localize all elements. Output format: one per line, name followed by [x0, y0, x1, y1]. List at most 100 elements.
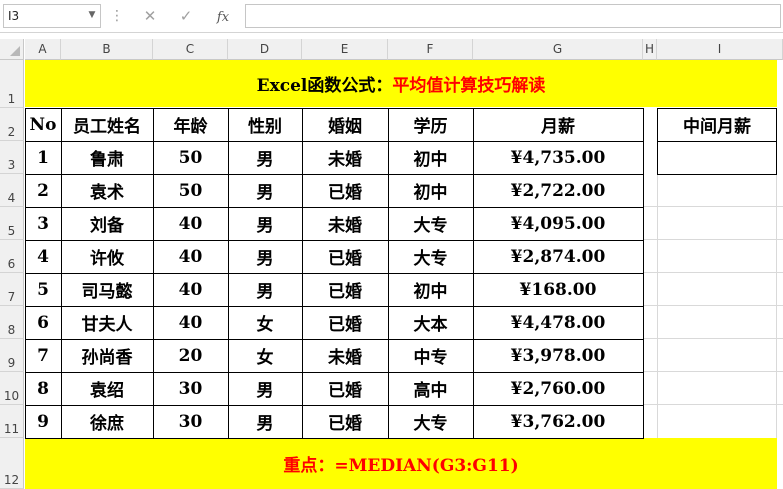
cell-age[interactable]: 30	[153, 372, 228, 405]
column-header-e[interactable]: E	[302, 39, 388, 60]
cell-education[interactable]: 初中	[388, 174, 473, 207]
cell-education[interactable]: 中专	[388, 339, 473, 372]
cell-education[interactable]: 初中	[388, 273, 473, 306]
cell-age[interactable]: 40	[153, 207, 228, 240]
row-header-4[interactable]: 4	[0, 174, 24, 207]
cell-name[interactable]: 甘夫人	[61, 306, 153, 339]
row-header-2[interactable]: 2	[0, 108, 24, 141]
cell-no[interactable]: 4	[25, 240, 61, 273]
median-salary-header[interactable]: 中间月薪	[658, 108, 776, 141]
cell-no[interactable]: 8	[25, 372, 61, 405]
cell-marital[interactable]: 已婚	[302, 273, 388, 306]
row-header-6[interactable]: 6	[0, 240, 24, 273]
header-education[interactable]: 学历	[388, 108, 473, 141]
cell-salary[interactable]: ¥4,735.00	[473, 141, 643, 174]
cell-no[interactable]: 3	[25, 207, 61, 240]
close-icon[interactable]: ✕	[139, 6, 161, 26]
header-no[interactable]: No	[25, 108, 61, 141]
more-options-icon[interactable]: ⋮	[110, 6, 124, 26]
column-header-d[interactable]: D	[228, 39, 302, 60]
column-header-a[interactable]: A	[25, 39, 61, 60]
column-header-h[interactable]: H	[643, 39, 657, 60]
column-header-c[interactable]: C	[153, 39, 228, 60]
row-header-8[interactable]: 8	[0, 306, 24, 339]
cell-marital[interactable]: 未婚	[302, 339, 388, 372]
cell-marital[interactable]: 未婚	[302, 141, 388, 174]
cell-marital[interactable]: 已婚	[302, 174, 388, 207]
cell-no[interactable]: 7	[25, 339, 61, 372]
cell-no[interactable]: 5	[25, 273, 61, 306]
column-header-b[interactable]: B	[61, 39, 153, 60]
cell-salary[interactable]: ¥4,478.00	[473, 306, 643, 339]
column-header-i[interactable]: I	[657, 39, 783, 60]
cell-salary[interactable]: ¥3,762.00	[473, 405, 643, 438]
header-marital[interactable]: 婚姻	[302, 108, 388, 141]
row-header-5[interactable]: 5	[0, 207, 24, 240]
cell-salary[interactable]: ¥2,874.00	[473, 240, 643, 273]
cell-age[interactable]: 20	[153, 339, 228, 372]
cell-salary[interactable]: ¥2,760.00	[473, 372, 643, 405]
formula-input[interactable]	[245, 4, 781, 28]
cell-name[interactable]: 袁术	[61, 174, 153, 207]
cell-marital[interactable]: 已婚	[302, 240, 388, 273]
cell-salary[interactable]: ¥168.00	[473, 273, 643, 306]
cell-salary[interactable]: ¥4,095.00	[473, 207, 643, 240]
cell-name[interactable]: 鲁肃	[61, 141, 153, 174]
cell-gender[interactable]: 男	[228, 240, 302, 273]
row-header-12[interactable]: 12	[0, 438, 24, 489]
cell-no[interactable]: 9	[25, 405, 61, 438]
header-age[interactable]: 年龄	[153, 108, 228, 141]
check-icon[interactable]: ✓	[175, 6, 197, 26]
header-name[interactable]: 员工姓名	[61, 108, 153, 141]
chevron-down-icon[interactable]: ▼	[86, 9, 98, 21]
header-gender[interactable]: 性别	[228, 108, 302, 141]
cell-no[interactable]: 1	[25, 141, 61, 174]
cell-age[interactable]: 40	[153, 306, 228, 339]
cell-name[interactable]: 司马懿	[61, 273, 153, 306]
cell-education[interactable]: 大专	[388, 207, 473, 240]
cell-no[interactable]: 6	[25, 306, 61, 339]
cell-age[interactable]: 50	[153, 174, 228, 207]
cell-age[interactable]: 40	[153, 240, 228, 273]
row-header-7[interactable]: 7	[0, 273, 24, 306]
cell-name[interactable]: 徐庶	[61, 405, 153, 438]
cell-gender[interactable]: 男	[228, 174, 302, 207]
cell-education[interactable]: 大专	[388, 405, 473, 438]
cell-salary[interactable]: ¥3,978.00	[473, 339, 643, 372]
cell-age[interactable]: 30	[153, 405, 228, 438]
row-header-10[interactable]: 10	[0, 372, 24, 405]
cell-gender[interactable]: 男	[228, 372, 302, 405]
row-header-1[interactable]: 1	[0, 60, 24, 108]
cell-gender[interactable]: 男	[228, 141, 302, 174]
cell-marital[interactable]: 未婚	[302, 207, 388, 240]
cell-name[interactable]: 袁绍	[61, 372, 153, 405]
cell-age[interactable]: 50	[153, 141, 228, 174]
cell-education[interactable]: 大专	[388, 240, 473, 273]
cell-education[interactable]: 初中	[388, 141, 473, 174]
insert-function-button[interactable]: fx	[212, 6, 234, 26]
cell-salary[interactable]: ¥2,722.00	[473, 174, 643, 207]
cell-age[interactable]: 40	[153, 273, 228, 306]
cell-gender[interactable]: 女	[228, 306, 302, 339]
cell-education[interactable]: 大本	[388, 306, 473, 339]
header-salary[interactable]: 月薪	[473, 108, 643, 141]
row-header-9[interactable]: 9	[0, 339, 24, 372]
cell-name[interactable]: 刘备	[61, 207, 153, 240]
cell-gender[interactable]: 男	[228, 405, 302, 438]
cell-marital[interactable]: 已婚	[302, 306, 388, 339]
column-header-g[interactable]: G	[473, 39, 643, 60]
row-header-3[interactable]: 3	[0, 141, 24, 174]
column-header-f[interactable]: F	[388, 39, 473, 60]
cell-gender[interactable]: 男	[228, 273, 302, 306]
page-title[interactable]: Excel函数公式： 平均值计算技巧解读	[25, 60, 777, 107]
formula-note[interactable]: 重点：=MEDIAN(G3:G11)	[25, 438, 777, 489]
cell-gender[interactable]: 男	[228, 207, 302, 240]
cell-marital[interactable]: 已婚	[302, 372, 388, 405]
cell-education[interactable]: 高中	[388, 372, 473, 405]
cell-marital[interactable]: 已婚	[302, 405, 388, 438]
row-header-11[interactable]: 11	[0, 405, 24, 438]
cell-gender[interactable]: 女	[228, 339, 302, 372]
median-salary-cell[interactable]	[658, 141, 776, 174]
cell-name[interactable]: 孙尚香	[61, 339, 153, 372]
cell-no[interactable]: 2	[25, 174, 61, 207]
